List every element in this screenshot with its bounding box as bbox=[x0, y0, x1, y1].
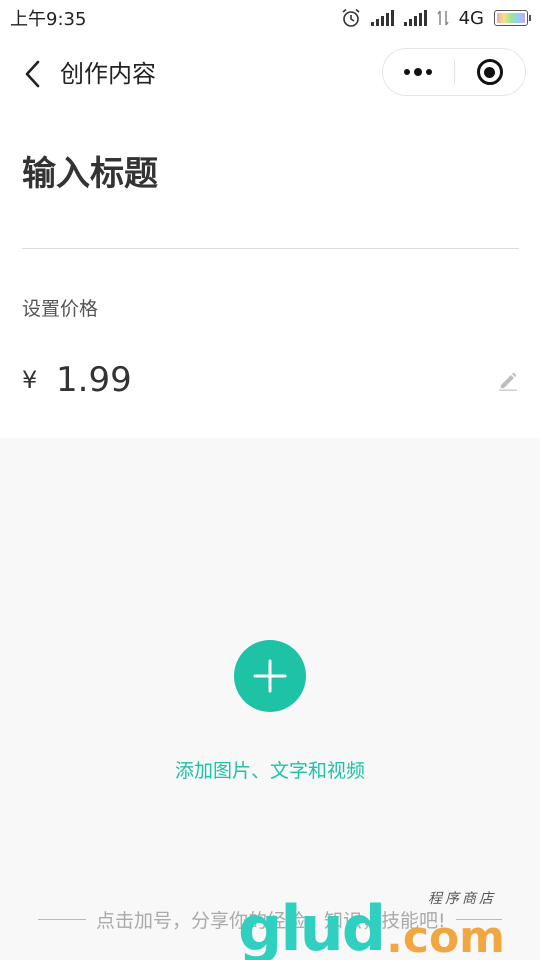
watermark-suffix: .com bbox=[386, 912, 506, 960]
more-dots-icon bbox=[404, 69, 411, 75]
signal-icon bbox=[370, 10, 394, 26]
status-bar: 上午9:35 4G bbox=[0, 0, 540, 36]
currency-symbol: ¥ bbox=[22, 366, 38, 394]
price-row: ¥ 1.99 bbox=[22, 356, 522, 404]
watermark-brand: glud bbox=[238, 892, 386, 960]
battery-icon bbox=[494, 10, 531, 26]
status-time: 上午9:35 bbox=[10, 9, 87, 30]
plus-icon bbox=[253, 659, 287, 693]
page-title: 创作内容 bbox=[60, 60, 156, 88]
divider-line bbox=[38, 919, 86, 920]
mini-program-capsule bbox=[382, 48, 526, 96]
target-close-icon bbox=[476, 59, 503, 85]
alarm-icon bbox=[342, 8, 360, 27]
watermark-subtitle: 程序商店 bbox=[428, 891, 496, 907]
add-content-button[interactable] bbox=[234, 640, 306, 712]
status-icons: 4G bbox=[341, 7, 531, 29]
back-button[interactable] bbox=[18, 56, 46, 92]
chevron-left-icon bbox=[25, 60, 40, 88]
data-transfer-icon bbox=[436, 10, 449, 26]
more-button[interactable] bbox=[383, 48, 454, 96]
edit-price-button[interactable] bbox=[496, 368, 520, 392]
network-type: 4G bbox=[458, 7, 484, 29]
pencil-icon bbox=[499, 372, 517, 391]
content-area: 添加图片、文字和视频 点击加号，分享你的经验，知识，技能吧! bbox=[0, 438, 540, 960]
title-input[interactable] bbox=[22, 144, 518, 204]
price-label: 设置价格 bbox=[22, 298, 99, 320]
add-content-hint: 添加图片、文字和视频 bbox=[174, 760, 365, 782]
navigation-bar: 创作内容 bbox=[0, 36, 540, 112]
title-divider bbox=[22, 248, 519, 249]
price-value: 1.99 bbox=[56, 360, 132, 400]
watermark-logo: glud .com 程序商店 bbox=[238, 888, 505, 960]
signal-icon bbox=[403, 10, 427, 26]
close-button[interactable] bbox=[455, 48, 526, 96]
